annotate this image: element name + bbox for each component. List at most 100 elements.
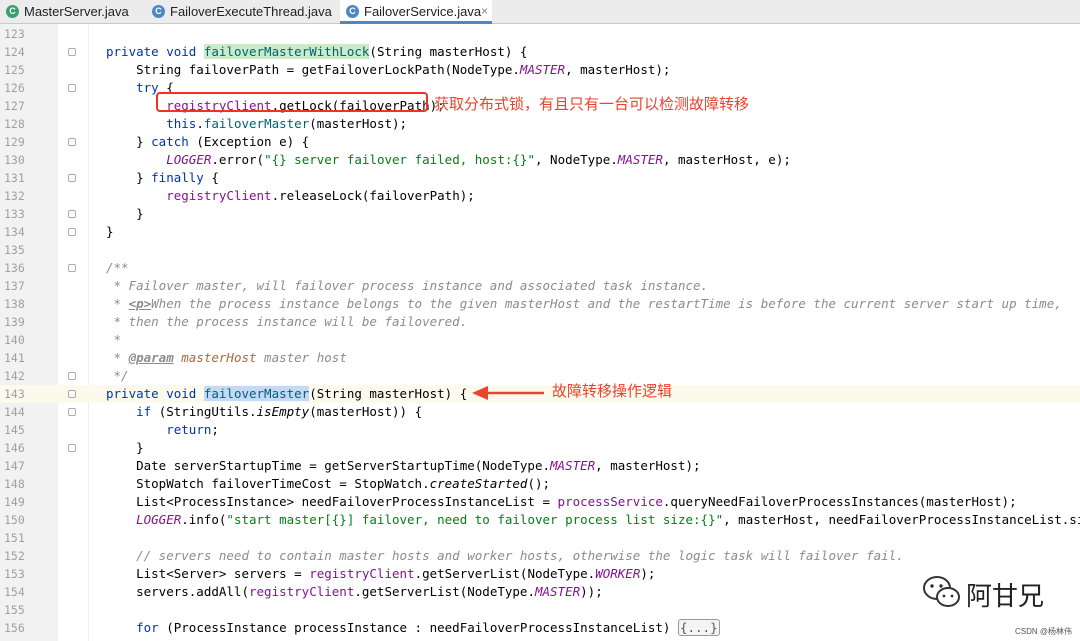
code-line[interactable]: 144 if (StringUtils.isEmpty(masterHost))… [0, 403, 1080, 421]
code-line[interactable]: 141 * @param masterHost master host [0, 349, 1080, 367]
code-line[interactable]: 154 servers.addAll(registryClient.getSer… [0, 583, 1080, 601]
code-token: "start master[{}] failover, need to fail… [226, 512, 724, 527]
code-token: (masterHost)) { [309, 404, 423, 419]
line-number: 152 [4, 549, 25, 563]
code-token: createStarted [429, 476, 528, 491]
code-line[interactable]: 133 } [0, 205, 1080, 223]
line-number: 141 [4, 351, 25, 365]
fold-marker-icon[interactable] [68, 174, 76, 182]
code-line[interactable]: 153 List<Server> servers = registryClien… [0, 565, 1080, 583]
code-token: MASTER [519, 62, 566, 77]
code-line[interactable]: 123 [0, 25, 1080, 43]
line-number: 135 [4, 243, 25, 257]
code-text: /** [106, 259, 129, 277]
fold-marker-icon[interactable] [68, 228, 76, 236]
tab-failoverservice[interactable]: C FailoverService.java × [340, 0, 492, 24]
tab-label: FailoverService.java [364, 4, 482, 19]
code-line[interactable]: 151 [0, 529, 1080, 547]
fold-marker-icon[interactable] [68, 48, 76, 56]
code-text: String failoverPath = getFailoverLockPat… [106, 61, 670, 79]
code-line[interactable]: 125 String failoverPath = getFailoverLoc… [0, 61, 1080, 79]
code-line[interactable]: 148 StopWatch failoverTimeCost = StopWat… [0, 475, 1080, 493]
code-line[interactable]: 138 * <p>When the process instance belon… [0, 295, 1080, 313]
code-token: } [106, 224, 114, 239]
fold-marker-icon[interactable] [68, 210, 76, 218]
code-token: , masterHost, e); [662, 152, 791, 167]
code-line[interactable]: 137 * Failover master, will failover pro… [0, 277, 1080, 295]
code-token: registryClient [249, 584, 355, 599]
code-line[interactable]: 140 * [0, 331, 1080, 349]
fold-marker-icon[interactable] [68, 444, 76, 452]
code-token: // servers need to contain master hosts … [106, 548, 904, 563]
code-line[interactable]: 136 /** [0, 259, 1080, 277]
code-line[interactable]: 152 // servers need to contain master ho… [0, 547, 1080, 565]
code-line[interactable]: 155 [0, 601, 1080, 619]
line-number: 125 [4, 63, 25, 77]
highlight-box [156, 92, 428, 112]
fold-marker-icon[interactable] [68, 84, 76, 92]
code-token: StopWatch failoverTimeCost = StopWatch. [106, 476, 430, 491]
close-icon[interactable]: × [481, 0, 488, 23]
code-token: , masterHost); [565, 62, 671, 77]
code-token: } [106, 440, 144, 455]
tab-masterserver[interactable]: C MasterServer.java [0, 0, 142, 23]
code-token: (masterHost); [309, 116, 408, 131]
code-line[interactable]: 150 LOGGER.info("start master[{}] failov… [0, 511, 1080, 529]
code-line[interactable]: 147 Date serverStartupTime = getServerSt… [0, 457, 1080, 475]
fold-marker-icon[interactable] [68, 390, 76, 398]
code-line[interactable]: 128 this.failoverMaster(masterHost); [0, 115, 1080, 133]
fold-marker-icon[interactable] [68, 372, 76, 380]
code-line[interactable]: 135 [0, 241, 1080, 259]
code-line[interactable]: 139 * then the process instance will be … [0, 313, 1080, 331]
code-line[interactable]: 130 LOGGER.error("{} server failover fai… [0, 151, 1080, 169]
code-line[interactable]: 146 } [0, 439, 1080, 457]
tab-failoverexecutethread[interactable]: C FailoverExecuteThread.java [146, 0, 336, 23]
lock-annotation: 获取分布式锁，有且只有一台可以检测故障转移 [434, 95, 750, 113]
code-line[interactable]: 132 registryClient.releaseLock(failoverP… [0, 187, 1080, 205]
line-number: 130 [4, 153, 25, 167]
code-token: , masterHost, needFailoverProcessInstanc… [723, 512, 1080, 527]
code-line[interactable]: 134} [0, 223, 1080, 241]
code-text: LOGGER.error("{} server failover failed,… [106, 151, 791, 169]
code-text: * [106, 331, 122, 349]
code-token: LOGGER [136, 512, 182, 527]
code-token: "{} server failover failed, host:{}" [264, 152, 535, 167]
code-line[interactable]: 124 private void failoverMasterWithLock(S… [0, 43, 1080, 61]
fold-marker-icon[interactable] [68, 408, 76, 416]
line-number: 142 [4, 369, 25, 383]
code-token[interactable]: {...} [677, 619, 720, 636]
line-number: 136 [4, 261, 25, 275]
code-text: * then the process instance will be fail… [106, 313, 468, 331]
code-text: List<Server> servers = registryClient.ge… [106, 565, 655, 583]
fold-marker-icon[interactable] [68, 264, 76, 272]
fold-marker-icon[interactable] [68, 138, 76, 146]
code-token: * [106, 296, 129, 311]
line-number: 132 [4, 189, 25, 203]
code-line[interactable]: 131 } finally { [0, 169, 1080, 187]
code-line[interactable]: 145 return; [0, 421, 1080, 439]
code-text: } [106, 205, 144, 223]
line-number: 150 [4, 513, 25, 527]
code-token: (); [527, 476, 551, 491]
code-text: StopWatch failoverTimeCost = StopWatch.c… [106, 475, 550, 493]
code-line[interactable]: 149 List<ProcessInstance> needFailoverPr… [0, 493, 1080, 511]
code-line[interactable]: 129 } catch (Exception e) { [0, 133, 1080, 151]
code-text: * @param masterHost master host [106, 349, 347, 367]
code-token: String failoverPath = getFailoverLockPat… [106, 62, 520, 77]
line-number: 129 [4, 135, 25, 149]
code-text: private void failoverMaster(String maste… [106, 385, 467, 403]
code-token: } [106, 134, 152, 149]
code-token: private void [106, 44, 204, 59]
code-line[interactable]: 156 for (ProcessInstance processInstance… [0, 619, 1080, 637]
code-token: )); [580, 584, 603, 599]
code-text: return; [106, 421, 219, 439]
code-token: .info( [181, 512, 227, 527]
code-token: registryClient [309, 566, 415, 581]
failover-annotation: 故障转移操作逻辑 [552, 382, 673, 400]
arrow-left-icon [472, 386, 544, 400]
line-number: 128 [4, 117, 25, 131]
line-number: 151 [4, 531, 25, 545]
